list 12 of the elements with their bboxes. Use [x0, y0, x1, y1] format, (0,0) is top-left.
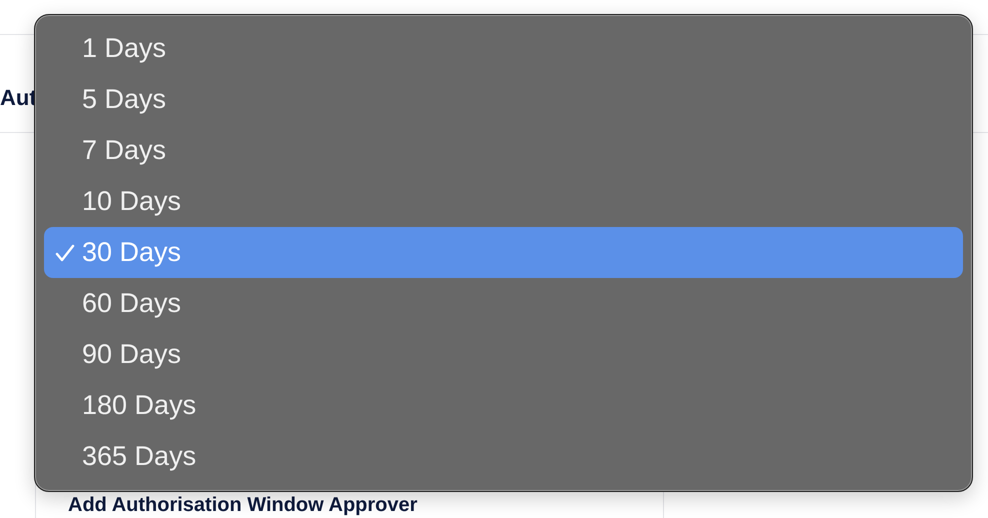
menu-option[interactable]: 1 Days: [44, 23, 963, 74]
menu-option[interactable]: 365 Days: [44, 431, 963, 482]
panel-title: Add Authorisation Window Approver: [68, 495, 418, 515]
check-icon: [55, 244, 75, 262]
menu-option[interactable]: 10 Days: [44, 176, 963, 227]
menu-option[interactable]: 30 Days: [44, 227, 963, 278]
menu-option[interactable]: 90 Days: [44, 329, 963, 380]
menu-option[interactable]: 60 Days: [44, 278, 963, 329]
page-heading: Aut: [0, 84, 37, 112]
menu-option[interactable]: 180 Days: [44, 380, 963, 431]
menu-option[interactable]: 5 Days: [44, 74, 963, 125]
menu-option[interactable]: 7 Days: [44, 125, 963, 176]
